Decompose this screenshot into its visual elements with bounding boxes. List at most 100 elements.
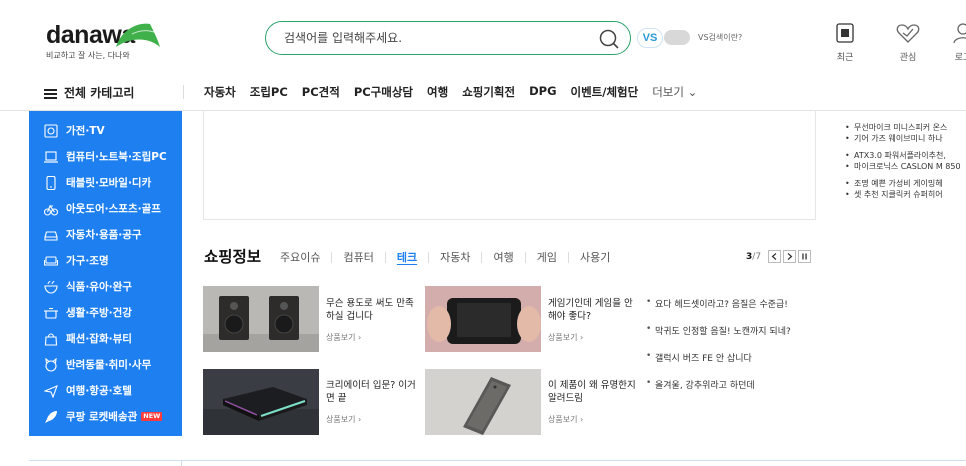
search-icon[interactable] — [598, 28, 620, 50]
news-text: ATX3.0 파워서플라이추천, — [854, 151, 946, 160]
card-image-handheld[interactable] — [425, 286, 541, 352]
nav-pc-consult[interactable]: PC구매상담 — [354, 84, 413, 100]
nav-dpg[interactable]: DPG — [529, 84, 556, 100]
card-title[interactable]: 이 제품이 왜 유명한지 알려드림 — [548, 379, 643, 405]
nav-car[interactable]: 자동차 — [204, 84, 236, 100]
vs-search-help-link[interactable]: VS검색이란? — [698, 32, 742, 43]
section-divider — [29, 460, 966, 461]
category-label: 식품·유아·완구 — [66, 281, 132, 293]
news-item-cont[interactable]: 기어 가즈 웨이브미니 하나 — [845, 133, 966, 144]
card-image-tablet[interactable] — [425, 369, 541, 435]
wishlist-button[interactable]: 관심 — [888, 22, 928, 63]
card-product-link[interactable]: 상품보기 › — [548, 332, 583, 343]
card-image-speakers[interactable] — [203, 286, 319, 352]
tab-divider — [384, 251, 386, 263]
tab-main-issue[interactable]: 주요이슈 — [280, 249, 320, 265]
side-link[interactable]: 요다 헤드셋이라고? 음질은 수준급! — [646, 297, 791, 324]
category-item-mobile[interactable]: 태블릿·모바일·디카 — [44, 175, 151, 190]
card-title[interactable]: 게임기인데 게임을 안 해야 좋다? — [548, 297, 643, 323]
heart-icon — [896, 24, 920, 43]
search-box — [265, 21, 631, 55]
pager-next-button[interactable] — [783, 250, 797, 263]
all-categories-button[interactable]: 전체 카테고리 — [44, 84, 134, 101]
chevron-left-icon — [771, 253, 777, 260]
category-label: 아웃도어·스포츠·골프 — [66, 203, 161, 215]
category-label: 자동차·용품·공구 — [66, 229, 142, 241]
bag-icon — [44, 332, 58, 346]
handheld-product-image — [425, 286, 541, 352]
side-link[interactable]: 갤럭시 버즈 FE 안 삽니다 — [646, 351, 791, 378]
main-nav: 자동차 조립PC PC견적 PC구매상담 여행 쇼핑기획전 DPG 이벤트/체험… — [204, 84, 697, 100]
tab-divider — [428, 251, 430, 263]
news-item[interactable]: ATX3.0 파워서플라이추천, — [845, 150, 966, 161]
nav-shopping-plan[interactable]: 쇼핑기획전 — [462, 84, 515, 100]
category-item-outdoor[interactable]: 아웃도어·스포츠·골프 — [44, 201, 161, 216]
category-label: 패션·잡화·뷰티 — [66, 333, 132, 345]
nav-pc-quote[interactable]: PC견적 — [302, 84, 340, 100]
category-item-car[interactable]: 자동차·용품·공구 — [44, 227, 142, 242]
news-item[interactable]: 조명 예쁜 가성비 게이밍헤 — [845, 178, 966, 189]
card-image-capture[interactable] — [203, 369, 319, 435]
category-item-coupang[interactable]: 쿠팡 로켓배송관 NEW — [44, 409, 163, 424]
tab-car[interactable]: 자동차 — [440, 249, 470, 265]
category-item-fashion[interactable]: 패션·잡화·뷰티 — [44, 331, 132, 346]
pager-prev-button[interactable] — [768, 250, 782, 263]
tab-tech[interactable]: 테크 — [397, 249, 417, 265]
nav-more[interactable]: 더보기 ⌄ — [652, 84, 697, 100]
card-product-link[interactable]: 상품보기 › — [326, 332, 361, 343]
news-list: 무선마이크 미니스피커 온스 기어 가즈 웨이브미니 하나 ATX3.0 파워서… — [845, 122, 966, 206]
card-title[interactable]: 크리에이터 입문? 이거면 끝 — [326, 379, 421, 405]
news-item-cont[interactable]: 마이크로닉스 CASLON M 850 — [845, 161, 966, 172]
pager-pause-button[interactable] — [798, 250, 812, 263]
category-item-computer[interactable]: 컴퓨터·노트북·조립PC — [44, 149, 167, 164]
pet-icon — [45, 357, 57, 372]
news-text: 기어 가즈 웨이브미니 하나 — [854, 134, 943, 143]
category-item-food[interactable]: 식품·유아·완구 — [44, 279, 132, 294]
nav-events[interactable]: 이벤트/체험단 — [571, 84, 639, 100]
nav-custom-pc[interactable]: 조립PC — [250, 84, 288, 100]
category-item-travel[interactable]: 여행·항공·호텔 — [44, 383, 132, 398]
vs-search-toggle[interactable] — [664, 30, 690, 45]
shopping-pager: 3/7 — [746, 250, 812, 263]
bike-icon — [44, 204, 58, 216]
vs-help-label: VS검색이란? — [698, 33, 743, 42]
tablet-product-image — [425, 369, 541, 435]
login-button[interactable]: 로그 — [943, 22, 966, 63]
news-item[interactable]: 무선마이크 미니스피커 온스 — [845, 122, 966, 133]
category-item-furniture[interactable]: 가구·조명 — [44, 253, 109, 268]
search-input[interactable] — [282, 30, 582, 46]
news-text: 셋 추천 지클릭커 슈퍼히어 — [854, 190, 943, 199]
tab-game[interactable]: 게임 — [537, 249, 557, 265]
category-label: 가구·조명 — [66, 255, 109, 267]
recent-icon — [836, 23, 854, 43]
nav-divider — [183, 85, 184, 99]
tab-travel[interactable]: 여행 — [493, 249, 513, 265]
section-divider-tick — [181, 460, 182, 466]
rocket-icon — [45, 410, 57, 423]
side-link[interactable]: 올겨울, 강추위라고 하던데 — [646, 378, 791, 405]
sofa-icon — [44, 255, 58, 266]
user-icon — [953, 23, 966, 44]
card-product-link[interactable]: 상품보기 › — [548, 414, 583, 425]
card-title[interactable]: 무슨 용도로 써도 만족하실 겁니다 — [326, 297, 421, 323]
tv-icon — [44, 123, 58, 138]
news-item-cont[interactable]: 셋 추천 지클릭커 슈퍼히어 — [845, 189, 966, 200]
wishlist-label: 관심 — [899, 53, 917, 63]
category-label: 여행·항공·호텔 — [66, 385, 132, 397]
pager-total: 7 — [755, 251, 762, 262]
category-item-pet[interactable]: 반려동물·취미·사무 — [44, 357, 151, 372]
shopping-tabs: 주요이슈 컴퓨터 테크 자동차 여행 게임 사용기 — [280, 249, 610, 265]
category-item-living[interactable]: 생활·주방·건강 — [44, 305, 132, 320]
tab-computer[interactable]: 컴퓨터 — [343, 249, 373, 265]
category-panel: 가전·TV 컴퓨터·노트북·조립PC 태블릿·모바일·디카 아웃도어·스포츠·골… — [29, 111, 182, 436]
recent-button[interactable]: 최근 — [825, 22, 865, 63]
card-product-link[interactable]: 상품보기 › — [326, 414, 361, 425]
category-item-appliance[interactable]: 가전·TV — [44, 123, 105, 138]
tab-divider — [524, 251, 526, 263]
tab-divider — [481, 251, 483, 263]
nav-travel[interactable]: 여행 — [427, 84, 448, 100]
vs-search-badge[interactable]: VS — [637, 28, 663, 48]
side-link[interactable]: 막귀도 인정할 음질! 노캔까지 되네? — [646, 324, 791, 351]
tab-review[interactable]: 사용기 — [580, 249, 610, 265]
news-text: 마이크로닉스 CASLON M 850 — [854, 162, 961, 171]
